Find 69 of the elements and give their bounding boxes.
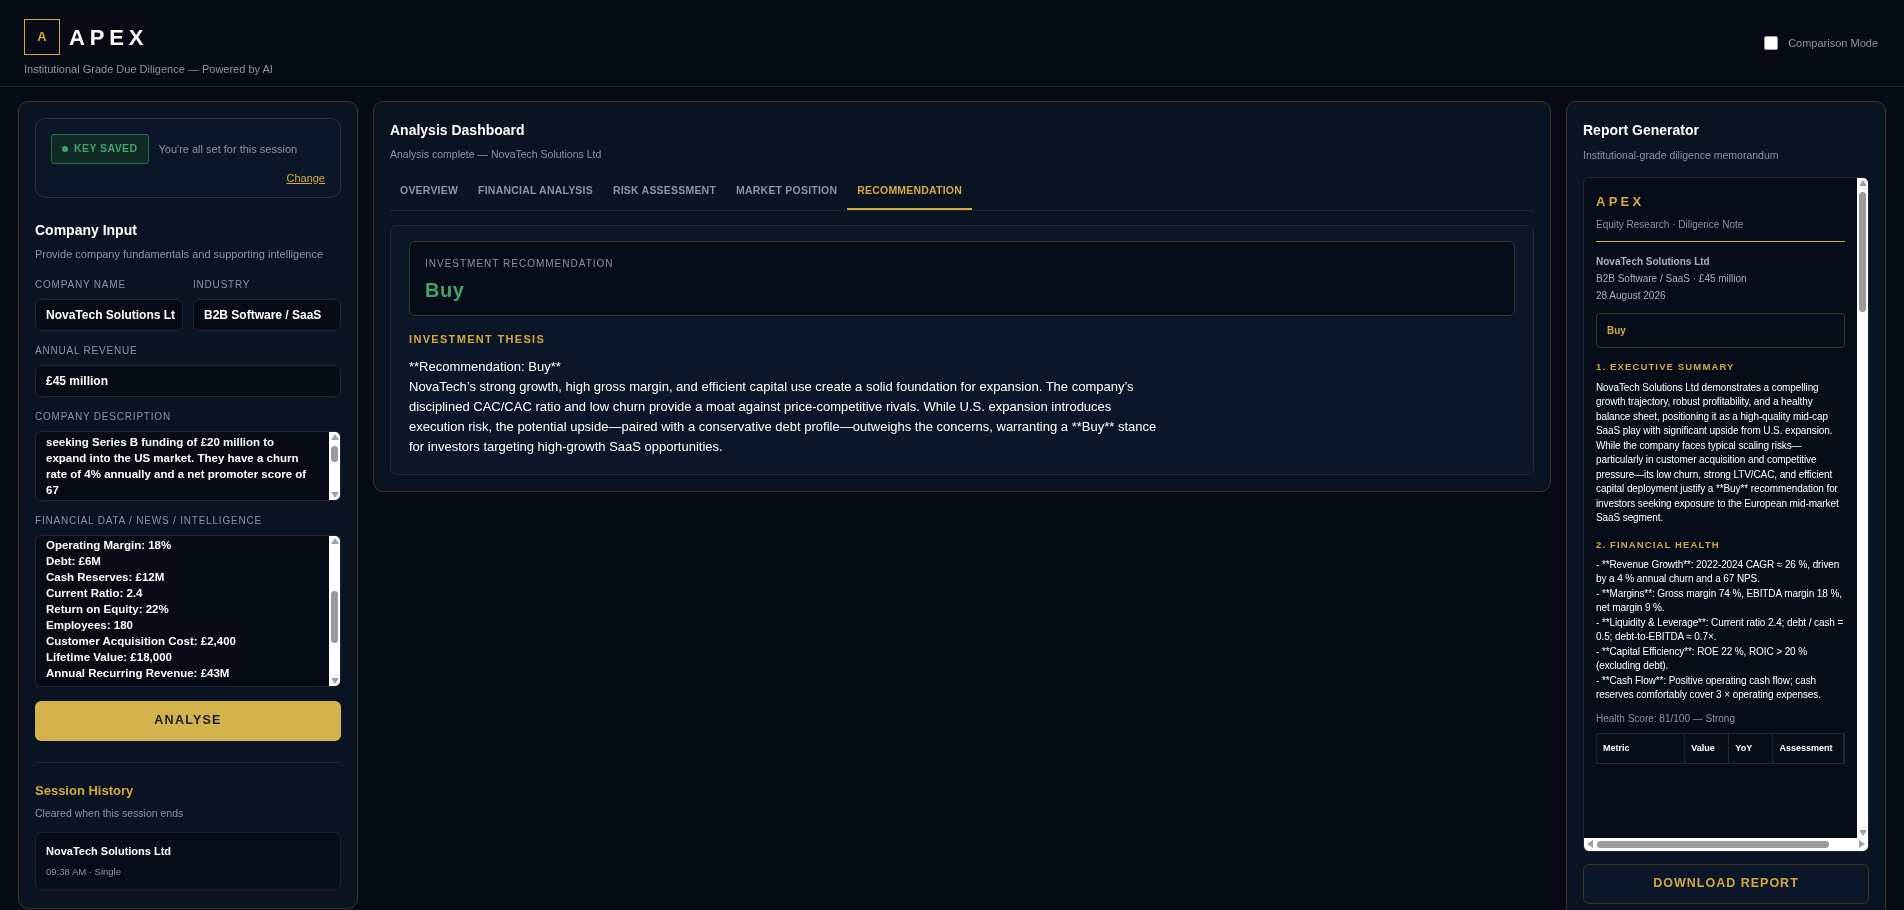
download-report-button[interactable]: DOWNLOAD REPORT (1583, 863, 1869, 904)
thesis-heading: INVESTMENT THESIS (409, 331, 547, 347)
logo-mark: A (24, 19, 60, 55)
left-arrow-icon[interactable] (1587, 840, 1593, 849)
recommendation-label: INVESTMENT RECOMMENDATION (425, 256, 615, 271)
tab[interactable]: OVERVIEW (390, 173, 469, 210)
history-item[interactable]: NovaTech Solutions Ltd 09:38 AM · Single (35, 832, 341, 890)
table-header-cell: Value (1685, 733, 1730, 764)
panel-title: Report Generator (1583, 121, 1700, 140)
report-company: NovaTech Solutions Ltd (1596, 255, 1711, 270)
change-link[interactable]: Change (286, 169, 325, 187)
section-title: Company Input (35, 221, 138, 241)
analyse-button[interactable]: ANALYSE (35, 700, 341, 741)
report-section-text: NovaTech Solutions Ltd demonstrates a compelling growth trajectory, robust profitability, and a healthy balance sheet, positioning it as a high-quality mid-cap SaaS play with significant upside from U.S. expansion. While the company faces typical scaling risks—particularly in customer acquisition and competitive pressure—its low churn, strong LTV/CAC, and efficient capital deployment justify a **Buy** recommendation for investors seeking exposure to the European mid-market SaaS segment. (1596, 380, 1840, 525)
section-subtitle: Cleared when this session ends (35, 806, 185, 822)
text-input[interactable]: NovaTech Solutions Lt (35, 298, 183, 331)
report-meta: B2B Software / SaaS · £45 million (1596, 272, 1748, 287)
tab[interactable]: FINANCIAL ANALYSIS (468, 173, 603, 210)
panel-subtitle: Institutional-grade diligence memorandum (1583, 148, 1780, 163)
report-section-heading: 2. FINANCIAL HEALTH (1596, 537, 1721, 552)
table-header-cell: YoY (1729, 733, 1774, 764)
tagline: Institutional Grade Due Diligence — Powered by AI (24, 62, 273, 77)
field-label: ANNUAL REVENUE (35, 343, 139, 358)
scroll-thumb[interactable] (331, 445, 338, 462)
down-arrow-icon[interactable] (330, 491, 339, 498)
section-title: Session History (35, 781, 135, 800)
thesis-text: **Recommendation: Buy** NovaTech’s strong growth, high gross margin, and efficient capital use create a solid foundation for expansion. The company’s disciplined CAC/CAC ratio and low churn provide a moat against price-competitive rivals. While U.S. expansion introduces execution risk, the potential upside—paired with a conservative debt profile—outweighs the concerns, warranting a **Buy** stance for investors targeting high-growth SaaS opportunities. (409, 358, 1158, 456)
comparison-mode-label: Comparison Mode (1788, 35, 1878, 51)
section-subtitle: Provide company fundamentals and supporting intelligence (35, 247, 324, 263)
field-label: COMPANY NAME (35, 277, 127, 292)
report-date: 28 August 2026 (1596, 289, 1667, 304)
rating-box: Buy (1596, 313, 1845, 349)
recommendation-value: Buy (425, 277, 466, 303)
tab[interactable]: RECOMMENDATION (847, 173, 973, 210)
history-meta: 09:38 AM · Single (46, 864, 122, 879)
tab[interactable]: MARKET POSITION (726, 173, 848, 210)
panel-subtitle: Analysis complete — NovaTech Solutions Ltd (390, 147, 603, 162)
report-brand: APEX (1596, 192, 1646, 211)
history-company: NovaTech Solutions Ltd (46, 844, 173, 859)
up-arrow-icon[interactable] (330, 537, 339, 544)
report-section-heading: 1. EXECUTIVE SUMMARY (1596, 360, 1736, 375)
scroll-thumb[interactable] (1597, 840, 1829, 848)
up-arrow-icon[interactable] (330, 433, 339, 440)
comparison-checkbox[interactable] (1764, 36, 1779, 50)
scrollbar[interactable] (1584, 837, 1868, 851)
text-input[interactable]: B2B Software / SaaS (193, 298, 341, 331)
scrollbar[interactable] (1857, 177, 1868, 838)
table-header-cell: Metric (1597, 733, 1686, 764)
field-label: COMPANY DESCRIPTION (35, 409, 172, 424)
scrollbar[interactable] (329, 431, 340, 500)
down-arrow-icon[interactable] (1858, 829, 1867, 836)
table-header-cell: Assessment (1773, 733, 1844, 764)
scroll-thumb[interactable] (1859, 191, 1866, 312)
brand-name: APEX (69, 23, 149, 52)
tab[interactable]: RISK ASSESSMENT (602, 173, 727, 210)
report-section-text: - **Revenue Growth**: 2022-2024 CAGR ≈ 26 %, driven by a 4 % annual churn and a 67 NPS. - **Margins**: Gross margin 74 %, EBITDA margin 18 %, net margin 9 %. - **Liquidity & Leverage**: Current ratio 2.4; debt / cash = 0.5; debt-to-EBITDA ≈ 0.7×. - **Capital Efficiency**: ROE 22 %, ROIC > 20 % (excluding debt). - **Cash Flow**: Positive operating cash flow; cash reserves comfortably cover 3 × operating expenses. (1596, 557, 1845, 703)
field-label: FINANCIAL DATA / NEWS / INTELLIGENCE (35, 513, 263, 528)
text-input[interactable]: £45 million (35, 364, 341, 397)
panel-title: Analysis Dashboard (390, 121, 526, 140)
field-label: INDUSTRY (193, 277, 252, 292)
session-message: You're all set for this session (158, 141, 298, 157)
up-arrow-icon[interactable] (1858, 179, 1867, 186)
health-score: Health Score: 81/100 — Strong (1596, 711, 1736, 726)
right-arrow-icon[interactable] (1859, 840, 1865, 849)
key-saved-badge: KEY SAVED (51, 134, 149, 164)
down-arrow-icon[interactable] (330, 677, 339, 684)
scroll-thumb[interactable] (331, 590, 338, 643)
scrollbar[interactable] (329, 535, 340, 686)
report-kind: Equity Research · Diligence Note (1596, 218, 1745, 233)
